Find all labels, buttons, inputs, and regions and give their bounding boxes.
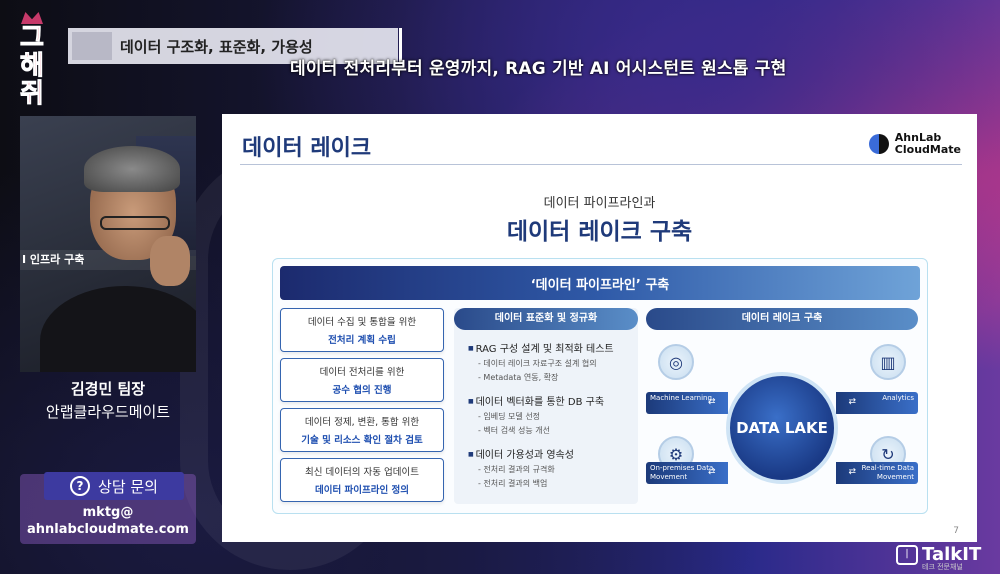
step-card: 데이터 수집 및 통합을 위한 전처리 계획 수립 [280,308,444,352]
logo-crown-icon [21,12,43,24]
speaker-hand [150,236,190,286]
speaker-hair [84,146,180,192]
speaker-glasses [100,216,170,230]
contact-label: 상담 문의 [98,477,158,496]
speaker-name: 김경민 팀장 [70,380,146,398]
list-item-detail: - 전처리 결과의 백업 [478,479,548,488]
list-item-detail: - 벡터 검색 성능 개선 [478,426,550,435]
slide-divider [240,164,962,165]
page-number: 7 [953,526,959,536]
standardization-column: 데이터 표준화 및 정규화 RAG 구성 설계 및 최적화 테스트 - 데이터 … [454,308,638,504]
list-item-detail: - Metadata 연동, 확장 [478,373,559,382]
step-action: 데이터 파이프라인 정의 [314,485,409,496]
channel-logo: 그 해 쥐 [14,12,50,112]
list-item: 데이터 벡터화를 통한 DB 구축 - 임베딩 모델 선정 - 벡터 검색 성능… [468,393,638,436]
list-item-title: 데이터 벡터화를 통한 DB 구축 [468,393,638,408]
step-desc: 데이터 수집 및 통합을 위한 [307,317,417,328]
contact-button[interactable]: ? 상담 문의 [44,472,184,500]
logo-char: 쥐 [20,79,45,109]
contact-email-part2: ahnlabcloudmate.com [27,522,189,537]
step-card: 데이터 전처리를 위한 공수 협의 진행 [280,358,444,402]
exchange-arrows-icon: ⇄ [708,467,716,477]
list-item-title: 데이터 가용성과 영속성 [468,446,638,461]
analytics-icon: ▥ [870,344,906,380]
list-item-detail: - 전처리 결과의 규격화 [478,465,555,474]
step-desc: 데이터 전처리를 위한 [319,367,405,378]
question-icon: ? [70,476,91,496]
list-item: 데이터 가용성과 영속성 - 전처리 결과의 규격화 - 전처리 결과의 백업 [468,446,638,489]
step-desc: 데이터 정제, 변환, 통합 위한 [304,417,420,428]
brain-chip-icon: ◎ [658,344,694,380]
step-desc: 최신 데이터의 자동 업데이트 [305,467,419,478]
exchange-arrows-icon: ⇄ [848,397,856,407]
pipeline-band: ‘데이터 파이프라인’ 구축 [280,266,920,300]
list-item-detail: - 데이터 레이크 자료구조 설계 협의 [478,359,597,368]
pipeline-steps: 데이터 수집 및 통합을 위한 전처리 계획 수립 데이터 전처리를 위한 공수… [280,308,444,508]
slide-title: 데이터 레이크 [242,136,372,161]
speaker-body [40,286,196,372]
speaker-company: 안랩클라우드메이트 [45,403,171,421]
slide-kicker: 데이터 파이프라인과 [543,196,656,211]
data-lake-header: 데이터 레이크 구축 [646,308,918,330]
section-tag [72,32,112,60]
talkit-watermark: ᛁ TalkIT 테크 전문채널 [896,544,981,571]
brand-text: AhnLab CloudMate [895,132,961,156]
talkit-chat-icon: ᛁ [896,544,918,565]
exchange-arrows-icon: ⇄ [848,467,856,477]
presentation-slide: 데이터 레이크 AhnLab CloudMate 데이터 파이프라인과 데이터 … [222,114,977,542]
speaker-webcam: I 인프라 구축 [20,116,196,372]
talkit-tagline: 테크 전문채널 [922,563,963,571]
list-item-detail: - 임베딩 모델 선정 [478,412,541,421]
list-item: RAG 구성 설계 및 최적화 테스트 - 데이터 레이크 자료구조 설계 협의… [468,340,638,383]
step-action: 전처리 계획 수립 [328,335,396,346]
data-lake-column: 데이터 레이크 구축 ◎ ▥ ⚙ ↻ Machine Learning Anal… [646,308,918,504]
brand-mark-icon [868,134,889,154]
step-action: 기술 및 리소스 확인 절차 검토 [301,435,423,446]
standardization-list: RAG 구성 설계 및 최적화 테스트 - 데이터 레이크 자료구조 설계 협의… [454,330,638,489]
section-title: 데이터 구조화, 표준화, 가용성 [120,37,313,56]
session-subtitle: 데이터 전처리부터 운영까지, RAG 기반 AI 어시스턴트 원스톱 구현 [290,59,787,79]
logo-char: 해 [20,51,45,81]
brand-logo: AhnLab CloudMate [868,132,961,156]
step-action: 공수 협의 진행 [332,385,392,396]
standardization-header: 데이터 표준화 및 정규화 [454,308,638,330]
data-lake-circle: DATA LAKE [726,372,838,484]
contact-email-part1: mktg@ [82,505,134,520]
logo-char: 그 [20,23,45,53]
exchange-arrows-icon: ⇄ [708,397,716,407]
brand-line2: CloudMate [894,143,961,156]
step-card: 최신 데이터의 자동 업데이트 데이터 파이프라인 정의 [280,458,444,502]
slide-headline: 데이터 레이크 구축 [506,219,693,245]
step-card: 데이터 정제, 변환, 통합 위한 기술 및 리소스 확인 절차 검토 [280,408,444,452]
list-item-title: RAG 구성 설계 및 최적화 테스트 [468,340,638,355]
